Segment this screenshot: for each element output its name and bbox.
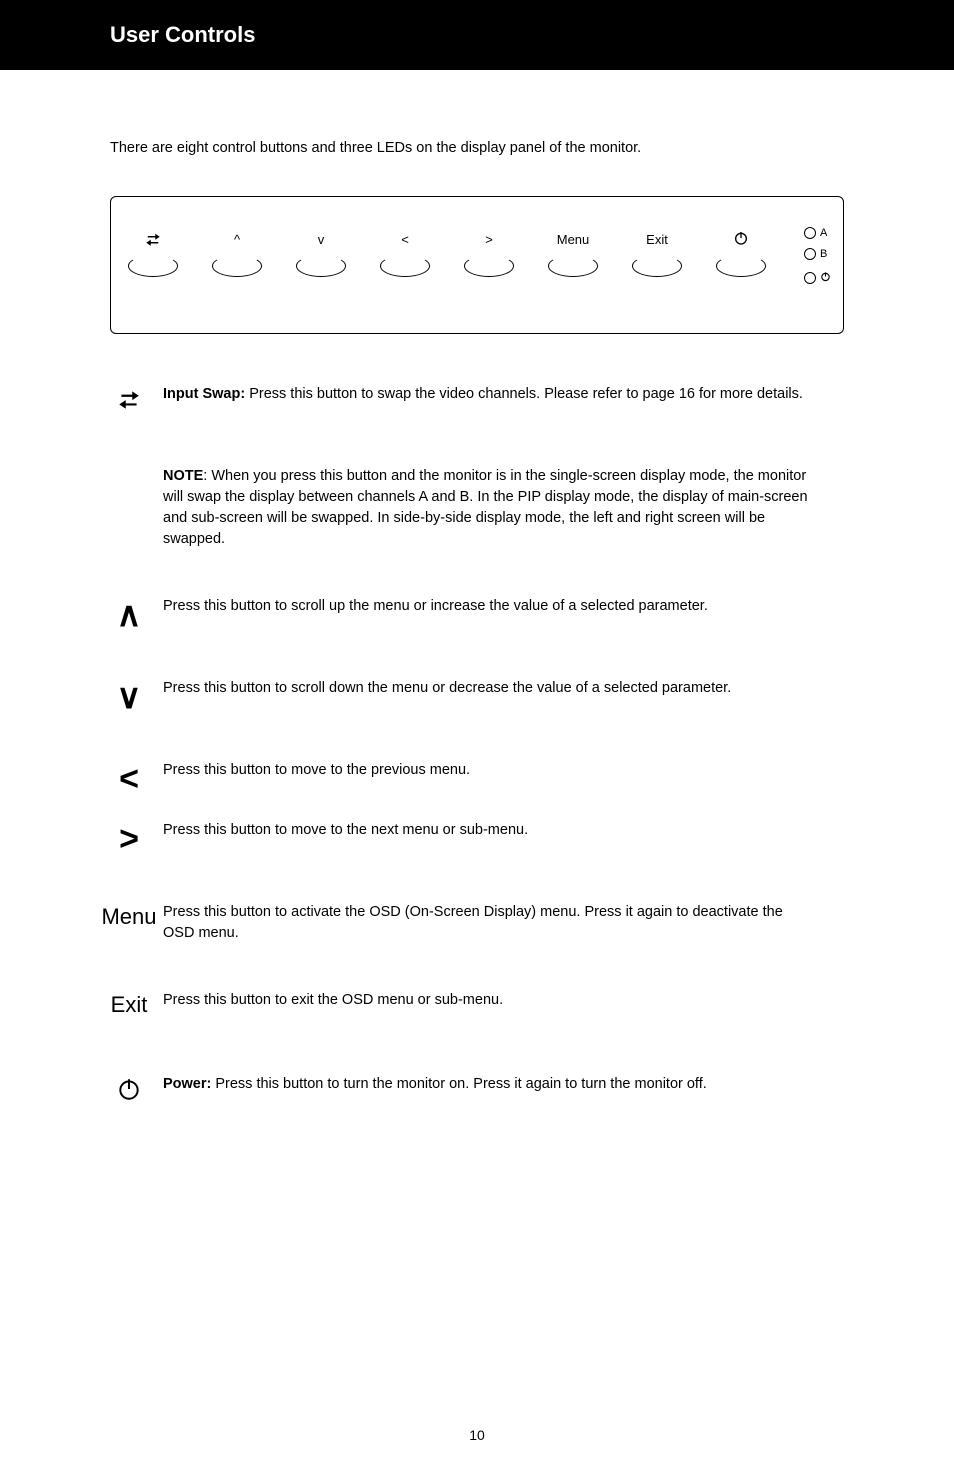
definition-up: ∧ Press this button to scroll up the men… — [95, 596, 874, 632]
panel-button-right: > — [447, 229, 531, 277]
definition-right: > Press this button to move to the next … — [95, 820, 874, 856]
swap-label: Input Swap: — [163, 386, 245, 402]
definition-down: ∨ Press this button to scroll down the m… — [95, 678, 874, 714]
power-text: Press this button to turn the monitor on… — [211, 1076, 706, 1092]
panel-button-left: < — [363, 229, 447, 277]
swap-icon — [144, 230, 162, 248]
definition-power: Power: Press this button to turn the mon… — [95, 1074, 874, 1110]
down-caret-icon: ∨ — [95, 678, 163, 714]
page-number: 10 — [0, 1427, 954, 1443]
note-label: NOTE — [163, 468, 203, 484]
menu-text: Press this button to activate the OSD (O… — [163, 902, 874, 944]
led-a: A — [804, 227, 831, 239]
exit-word: Exit — [111, 992, 148, 1018]
swap-text: Press this button to swap the video chan… — [245, 386, 803, 402]
right-caret-icon: > — [95, 820, 163, 856]
power-icon — [733, 230, 749, 249]
intro-text: There are eight control buttons and thre… — [0, 70, 954, 158]
panel-button-swap — [111, 229, 195, 277]
panel-button-up: ^ — [195, 229, 279, 277]
panel-button-down: v — [279, 229, 363, 277]
definition-menu: Menu Press this button to activate the O… — [95, 902, 874, 944]
menu-word: Menu — [101, 904, 156, 930]
left-text: Press this button to move to the previou… — [163, 760, 874, 781]
panel-button-menu: Menu — [531, 229, 615, 277]
definition-note: . NOTE: When you press this button and t… — [95, 466, 874, 550]
right-text: Press this button to move to the next me… — [163, 820, 874, 841]
panel-button-exit: Exit — [615, 229, 699, 277]
exit-text: Press this button to exit the OSD menu o… — [163, 990, 874, 1011]
definition-exit: Exit Press this button to exit the OSD m… — [95, 990, 874, 1018]
left-caret-icon: < — [95, 760, 163, 796]
power-icon — [820, 269, 831, 287]
up-caret-icon: ∧ — [95, 596, 163, 632]
panel-button-power — [699, 229, 783, 277]
led-power — [804, 269, 831, 287]
definition-swap: Input Swap: Press this button to swap th… — [95, 384, 874, 420]
definition-left: < Press this button to move to the previ… — [95, 760, 874, 796]
led-column: A B — [804, 227, 831, 287]
page-title: User Controls — [0, 0, 954, 48]
up-text: Press this button to scroll up the menu … — [163, 596, 874, 617]
down-text: Press this button to scroll down the men… — [163, 678, 874, 699]
control-panel-diagram: ^ v < > Menu Exit — [110, 196, 844, 334]
swap-icon — [116, 386, 142, 420]
power-icon — [116, 1076, 142, 1110]
note-text: : When you press this button and the mon… — [163, 468, 808, 547]
power-label: Power: — [163, 1076, 211, 1092]
led-b: B — [804, 248, 831, 260]
